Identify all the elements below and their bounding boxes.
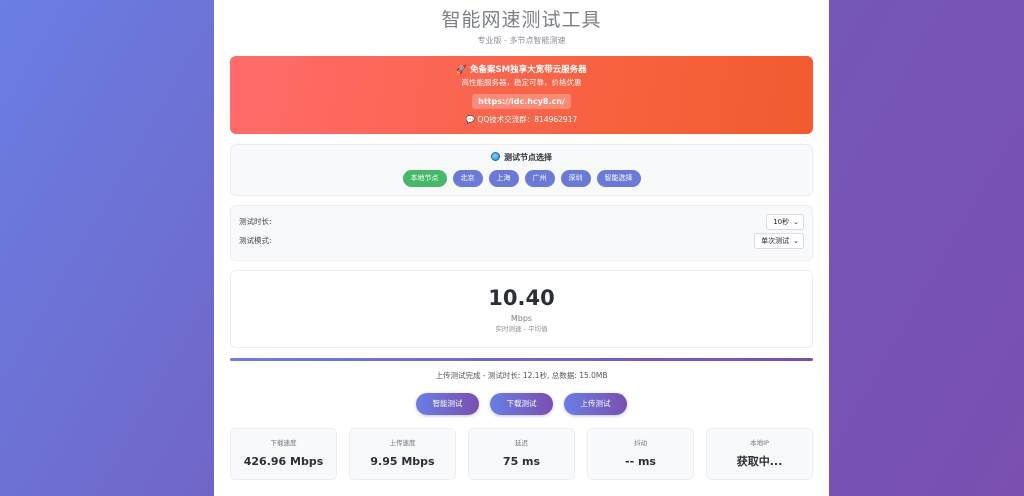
stat-value: 426.96 Mbps xyxy=(243,455,324,468)
progress-fill xyxy=(230,358,813,361)
stat-value: -- ms xyxy=(625,455,656,468)
node-selector-title: 测试节点选择 xyxy=(504,153,552,162)
node-button-shanghai[interactable]: 上海 xyxy=(488,170,519,187)
duration-value: 10秒 xyxy=(773,217,790,226)
promo-banner: 🚀 免备案SM独享大宽带云服务器 高性能服务器，稳定可靠，价格优惠 https:… xyxy=(230,56,813,134)
stat-local-ip: 本地IP 获取中... xyxy=(706,428,813,480)
speed-unit: Mbps xyxy=(510,314,533,323)
stat-latency: 延迟 75 ms xyxy=(468,428,575,480)
progress-bar xyxy=(230,358,813,361)
promo-subtitle: 高性能服务器，稳定可靠，价格优惠 xyxy=(461,78,582,87)
node-selector: 测试节点选择 本地节点 北京 上海 广州 深圳 智能选择 xyxy=(230,144,813,196)
duration-select[interactable]: 10秒 ⌄ xyxy=(766,213,804,230)
status-text: 上传测试完成 - 测试时长: 12.1秒, 总数据: 15.0MB xyxy=(435,371,608,380)
node-selector-title-row: 测试节点选择 xyxy=(231,151,812,165)
stat-label: 上传速度 xyxy=(389,439,416,447)
node-button-beijing[interactable]: 北京 xyxy=(452,170,483,187)
chevron-down-icon: ⌄ xyxy=(793,236,799,245)
stat-download: 下载速度 426.96 Mbps xyxy=(230,428,337,480)
page-title: 智能网速测试工具 xyxy=(441,9,602,31)
node-button-shenzhen[interactable]: 深圳 xyxy=(560,170,591,187)
stat-label: 本地IP xyxy=(750,439,769,447)
duration-label: 测试时长: xyxy=(239,217,272,226)
download-test-button[interactable]: 下载测试 xyxy=(490,393,553,415)
stat-value: 75 ms xyxy=(502,455,541,468)
promo-qq-row: 💬 QQ技术交流群：814962917 xyxy=(230,114,813,126)
promo-link[interactable]: https://idc.hcy8.cn/ xyxy=(472,94,571,109)
mode-select[interactable]: 单次测试 ⌄ xyxy=(754,232,804,249)
mode-value: 单次测试 xyxy=(761,236,790,245)
smart-test-button[interactable]: 智能测试 xyxy=(416,393,479,415)
duration-row: 测试时长: 10秒 ⌄ xyxy=(239,212,804,231)
rocket-icon: 🚀 xyxy=(456,65,468,75)
test-settings: 测试时长: 10秒 ⌄ 测试模式: 单次测试 ⌄ xyxy=(230,205,813,261)
stat-value: 9.95 Mbps xyxy=(370,455,435,468)
stat-label: 抖动 xyxy=(634,439,647,447)
upload-test-button[interactable]: 上传测试 xyxy=(564,393,627,415)
stat-jitter: 抖动 -- ms xyxy=(587,428,694,480)
speed-value: 10.40 xyxy=(488,286,555,310)
speed-display: 10.40 Mbps 实时测速 - 平均值 xyxy=(230,270,813,348)
promo-title-row: 🚀 免备案SM独享大宽带云服务器 xyxy=(230,63,813,77)
mode-label: 测试模式: xyxy=(239,236,272,245)
stat-upload: 上传速度 9.95 Mbps xyxy=(349,428,456,480)
globe-icon xyxy=(491,152,500,161)
node-button-guangzhou[interactable]: 广州 xyxy=(524,170,555,187)
action-buttons: 智能测试 下载测试 上传测试 xyxy=(230,393,813,415)
stats-row: 下载速度 426.96 Mbps 上传速度 9.95 Mbps 延迟 75 ms… xyxy=(230,428,813,480)
stat-label: 延迟 xyxy=(515,439,528,447)
page-subtitle: 专业版 - 多节点智能测速 xyxy=(477,36,566,45)
chat-icon: 💬 xyxy=(465,115,476,124)
speed-note: 实时测速 - 平均值 xyxy=(495,325,548,333)
stat-label: 下载速度 xyxy=(270,439,297,447)
node-button-local[interactable]: 本地节点 xyxy=(402,170,447,187)
node-list: 本地节点 北京 上海 广州 深圳 智能选择 xyxy=(231,170,812,187)
promo-title: 免备案SM独享大宽带云服务器 xyxy=(469,65,587,75)
promo-qq: QQ技术交流群：814962917 xyxy=(477,115,578,124)
mode-row: 测试模式: 单次测试 ⌄ xyxy=(239,231,804,250)
stat-value: 获取中... xyxy=(736,455,783,468)
node-button-smart[interactable]: 智能选择 xyxy=(596,170,641,187)
main-panel: 智能网速测试工具 专业版 - 多节点智能测速 🚀 免备案SM独享大宽带云服务器 … xyxy=(214,0,829,496)
chevron-down-icon: ⌄ xyxy=(793,217,799,226)
